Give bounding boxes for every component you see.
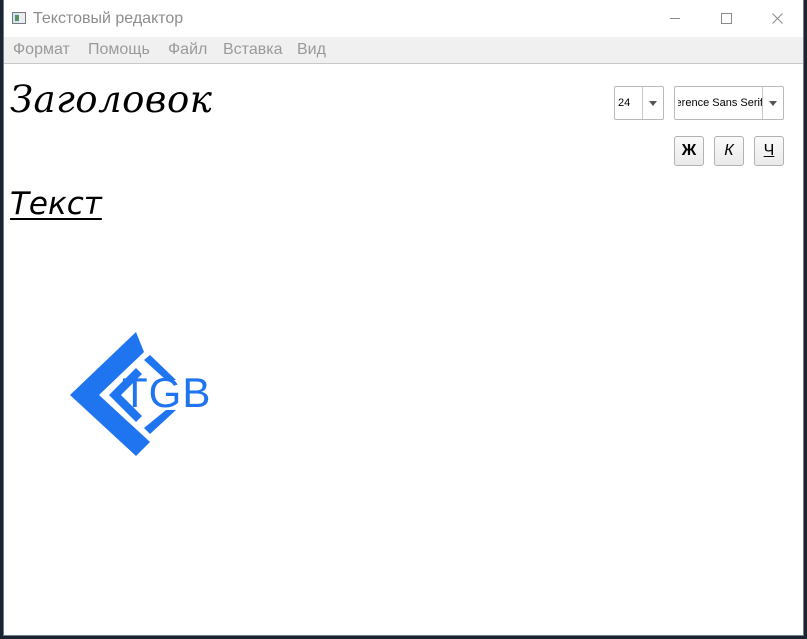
title-bar[interactable]: Текстовый редактор (4, 0, 803, 37)
close-icon (771, 13, 783, 24)
minimize-icon (670, 18, 680, 19)
menu-bar: Формат Помощь Файл Вставка Вид (4, 37, 803, 64)
document-text[interactable]: Текст (10, 186, 102, 222)
chevron-down-icon[interactable] (762, 87, 783, 119)
window-title: Текстовый редактор (33, 10, 184, 27)
font-size-select[interactable]: 24 (614, 86, 664, 120)
menu-item-view[interactable]: Вид (297, 41, 326, 59)
maximize-button[interactable] (703, 0, 749, 37)
minimize-button[interactable] (652, 0, 698, 37)
document-heading[interactable]: Заголовок (10, 78, 212, 121)
font-family-value: Reference Sans Serif (678, 97, 763, 109)
bold-button[interactable]: Ж (674, 136, 704, 166)
menu-item-insert[interactable]: Вставка (223, 41, 282, 59)
editor-window: Текстовый редактор Формат Помощь Файл Вс… (3, 0, 804, 636)
close-button[interactable] (754, 0, 800, 37)
maximize-icon (720, 13, 732, 24)
chevron-down-icon[interactable] (642, 87, 663, 119)
menu-item-file[interactable]: Файл (168, 41, 207, 59)
font-size-value: 24 (618, 97, 631, 109)
tgb-logo-image: TGB (70, 332, 211, 456)
font-family-select[interactable]: Reference Sans Serif (674, 86, 784, 120)
logo-text: TGB (122, 369, 211, 416)
app-window-icon (12, 12, 26, 24)
menu-item-format[interactable]: Формат (13, 41, 70, 59)
italic-button[interactable]: К (714, 136, 744, 166)
underline-button[interactable]: Ч (754, 136, 784, 166)
menu-item-help[interactable]: Помощь (88, 41, 150, 59)
